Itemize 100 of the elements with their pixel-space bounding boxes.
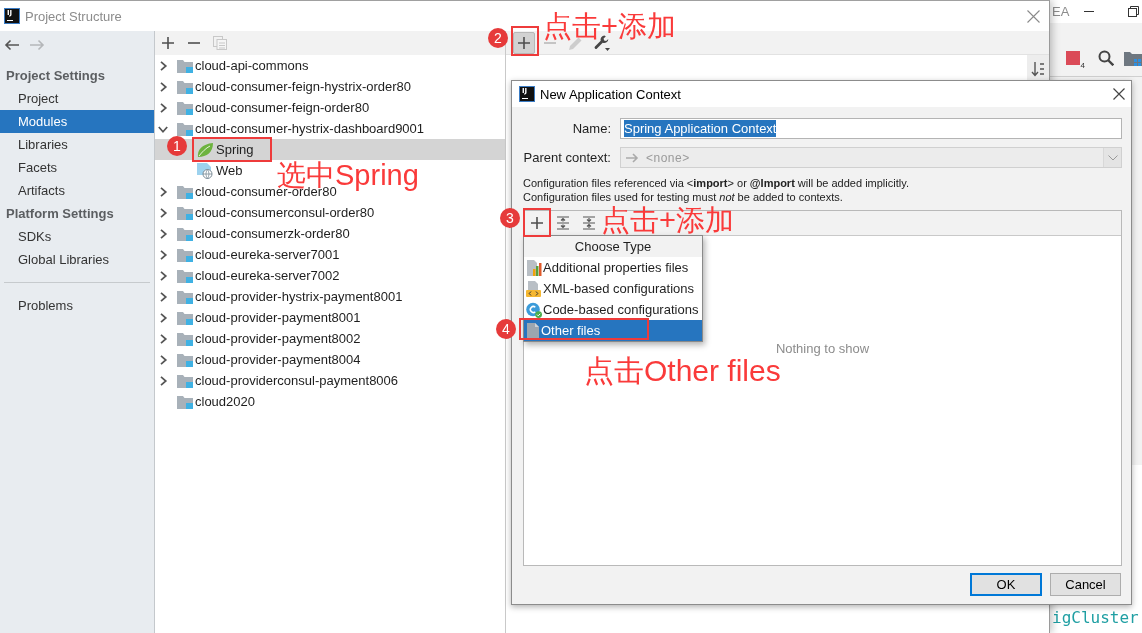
minus-icon [544, 41, 556, 44]
folder-icon [177, 289, 193, 304]
chevron-right-icon[interactable] [158, 228, 168, 239]
leaf-icon [197, 142, 213, 157]
menu-item[interactable]: Code-based configurations [524, 299, 702, 320]
folder-icon [177, 352, 193, 367]
popup-title: Choose Type [524, 236, 702, 257]
sort-button[interactable] [1027, 55, 1049, 82]
ok-button[interactable]: OK [970, 573, 1042, 596]
sidebar-item[interactable]: Project [0, 87, 154, 110]
window-title: Project Structure [25, 8, 122, 24]
plus-icon [162, 37, 174, 49]
menu-item[interactable]: XML-based configurations [524, 278, 702, 299]
section-header: Platform Settings [5, 205, 115, 223]
info-text: Configuration files referenced via <import> or @Import will be added implicitly. [523, 176, 910, 190]
tree-row[interactable]: cloud-consumerconsul-order80 [155, 202, 375, 223]
field-value: Spring Application Context [624, 120, 777, 137]
sidebar-item[interactable]: Artifacts [0, 179, 154, 202]
field-label: Parent context: [523, 150, 611, 165]
copy-icon [213, 36, 227, 50]
restore-icon[interactable] [1128, 6, 1139, 17]
chevron-down-icon[interactable] [158, 123, 168, 134]
folder-icon [177, 394, 193, 409]
right-arrow-icon [626, 152, 639, 163]
tree-row[interactable]: cloud-eureka-server7001 [155, 244, 340, 265]
minus-icon [188, 42, 200, 44]
chevron-down-icon [1107, 154, 1118, 161]
folder-icon [177, 226, 193, 241]
count-label: 4 [1080, 62, 1085, 70]
add-button[interactable] [513, 31, 535, 54]
folder-icon [177, 58, 193, 73]
chevron-right-icon[interactable] [158, 333, 168, 344]
folder-icon [177, 247, 193, 262]
empty-text: Nothing to show [775, 341, 870, 356]
folder-icon [177, 205, 193, 220]
menu-item[interactable]: Additional properties files [524, 257, 702, 278]
folder-icon [177, 268, 193, 283]
chevron-right-icon[interactable] [158, 375, 168, 386]
back-arrow-icon[interactable] [4, 39, 19, 51]
folder-icon [177, 373, 193, 388]
tree-row[interactable]: Web [155, 160, 243, 181]
chevron-right-icon[interactable] [158, 81, 168, 92]
sidebar-item[interactable]: Modules [0, 110, 154, 133]
tree-row[interactable]: cloud2020 [155, 391, 255, 412]
close-icon[interactable] [1113, 88, 1125, 100]
circle-check-icon [526, 301, 542, 318]
tree-row[interactable]: cloud-consumerzk-order80 [155, 223, 350, 244]
folder-icon [177, 79, 193, 94]
chevron-right-icon[interactable] [158, 291, 168, 302]
chevron-right-icon[interactable] [158, 270, 168, 281]
tree-row[interactable]: cloud-provider-payment8001 [155, 307, 361, 328]
tree-row[interactable]: cloud-consumer-feign-hystrix-order80 [155, 76, 412, 97]
chevron-right-icon[interactable] [158, 102, 168, 113]
cancel-button[interactable]: Cancel [1050, 573, 1121, 596]
section-header: Project Settings [5, 67, 106, 85]
folder-icon [177, 310, 193, 325]
tree-row[interactable]: cloud-consumer-hystrix-dashboard9001 [155, 118, 425, 139]
tree-row[interactable]: cloud-api-commons [155, 55, 309, 76]
folder-icon [177, 121, 193, 136]
chevron-right-icon[interactable] [158, 312, 168, 323]
chevron-right-icon[interactable] [158, 186, 168, 197]
chevron-right-icon[interactable] [158, 249, 168, 260]
web-page-icon [197, 162, 213, 179]
tree-row[interactable]: cloud-consumer-feign-order80 [155, 97, 370, 118]
highlight-frame [511, 26, 539, 56]
search-icon[interactable] [1098, 50, 1114, 66]
tree-row[interactable]: cloud-eureka-server7002 [155, 265, 340, 286]
window-title: EA [1052, 4, 1070, 19]
sidebar-item[interactable]: Problems [0, 294, 154, 317]
collapse-all-icon [582, 216, 596, 230]
sidebar-item[interactable]: Facets [0, 156, 154, 179]
tree-row[interactable]: cloud-provider-payment8002 [155, 328, 361, 349]
code-file-icon [526, 280, 542, 297]
code-line: igCluster [1052, 608, 1139, 627]
name-field[interactable]: Spring Application Context [620, 118, 1122, 139]
dialog-title: New Application Context [540, 86, 681, 102]
folder-icon [177, 331, 193, 346]
expand-all-icon [556, 216, 570, 230]
highlight-frame [523, 208, 551, 237]
chevron-right-icon[interactable] [158, 207, 168, 218]
sidebar-item[interactable]: Global Libraries [0, 248, 154, 271]
tree-row[interactable]: cloud-providerconsul-payment8006 [155, 370, 399, 391]
annotation-note: 点击+添加 [601, 205, 734, 236]
menu-item[interactable]: Other files [524, 320, 702, 341]
chevron-right-icon[interactable] [158, 60, 168, 71]
tree-row[interactable]: cloud-provider-hystrix-payment8001 [155, 286, 403, 307]
sidebar-item[interactable]: Libraries [0, 133, 154, 156]
info-text: Configuration files used for testing must not be added to contexts. [523, 190, 844, 204]
folder-icon [177, 100, 193, 115]
plus-icon [518, 36, 530, 49]
tree-row[interactable]: cloud-provider-payment8004 [155, 349, 361, 370]
sidebar-item[interactable]: SDKs [0, 225, 154, 248]
field-label: Name: [571, 121, 611, 136]
annotation-note: 点击+添加 [543, 11, 676, 42]
folder-icon[interactable] [1124, 50, 1142, 66]
chevron-right-icon[interactable] [158, 354, 168, 365]
annotation-note: 点击Other files [584, 355, 781, 386]
plus-icon [531, 217, 543, 229]
folder-icon [177, 184, 193, 199]
sort-icon [1031, 60, 1045, 77]
